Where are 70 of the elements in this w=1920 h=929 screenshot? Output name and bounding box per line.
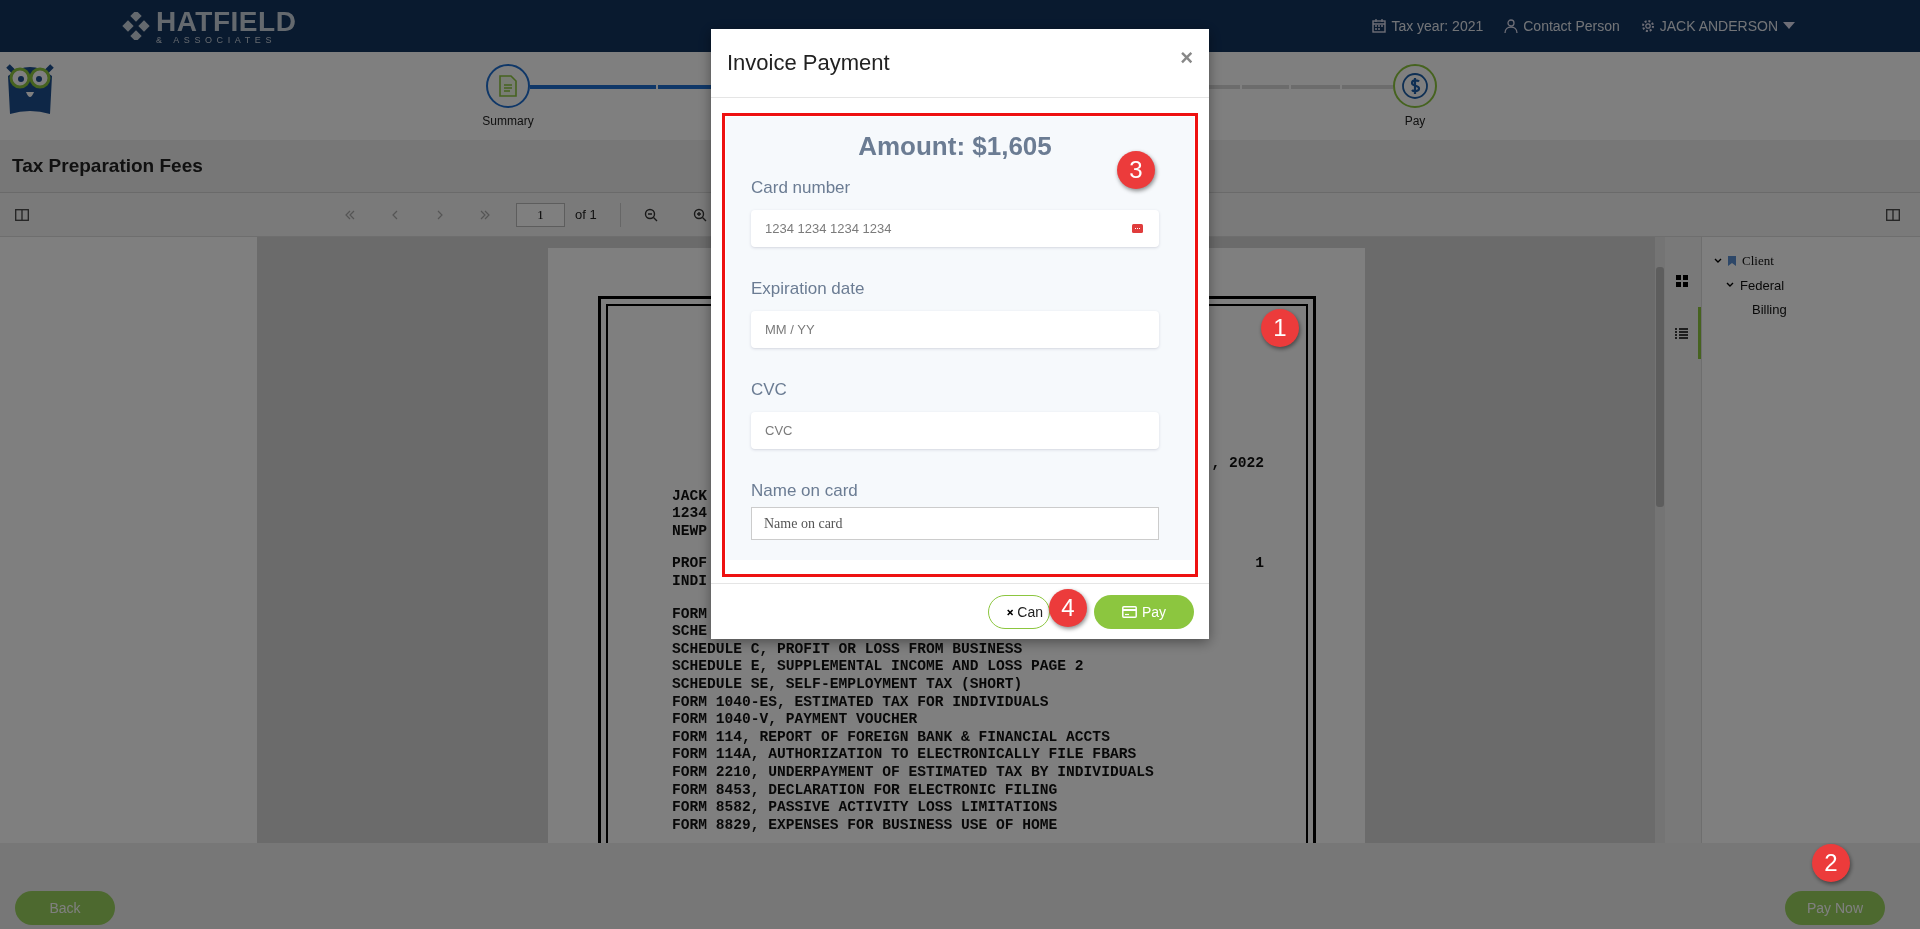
document-line: FORM 114A, AUTHORIZATION TO ELECTRONICALLY FILE FBARS <box>672 746 1137 764</box>
dialog-title: Invoice Payment <box>727 50 890 76</box>
caret-icon <box>1783 22 1795 30</box>
input-field[interactable]: MM / YY <box>751 311 1159 348</box>
brand-name: HATFIELD <box>156 7 297 36</box>
document-line: FORM 8829, EXPENSES FOR BUSINESS USE OF HOME <box>672 816 1058 835</box>
chevron-down-icon[interactable] <box>1726 282 1734 288</box>
zoom-out-icon[interactable] <box>643 207 658 222</box>
document-line: PROF <box>672 555 708 573</box>
outline-item[interactable]: Billing <box>1752 301 1787 317</box>
document-line: 1234 <box>672 505 708 523</box>
document-line: SCHE <box>672 623 708 641</box>
field-placeholder: MM / YY <box>765 322 815 337</box>
field-label: CVC <box>751 380 787 400</box>
document-line: SCHEDULE SE, SELF-EMPLOYMENT TAX (SHORT) <box>672 675 1023 694</box>
credit-card-icon <box>1121 606 1137 618</box>
document-line: SCHEDULE C, PROFIT OR LOSS FROM BUSINESS <box>672 640 1023 659</box>
settings-icon <box>1640 19 1655 33</box>
step-button[interactable] <box>1393 64 1437 108</box>
document-line: , 2022 <box>1211 455 1264 473</box>
zoom-in-icon[interactable] <box>692 207 707 222</box>
step-label: Pay <box>1404 114 1426 128</box>
sidebar-toggle-icon[interactable] <box>15 208 29 221</box>
document-line: FORM 8453, DECLARATION FOR ELECTRONIC FILING <box>672 781 1058 800</box>
document-line: FORM 2210, UNDERPAYMENT OF ESTIMATED TAX BY INDIVIDUALS <box>672 763 1154 782</box>
user-menu[interactable]: JACK ANDERSON <box>1659 18 1778 34</box>
document-line: SCHEDULE E, SUPPLEMENTAL INCOME AND LOSS PAGE 2 <box>672 658 1084 676</box>
list-icon <box>1675 327 1688 339</box>
person-icon <box>1504 19 1519 33</box>
bookmark-icon <box>1728 256 1736 266</box>
field-label: Expiration date <box>751 279 865 299</box>
step-label: Summary <box>482 114 534 128</box>
cancel-button[interactable]: Can <box>988 595 1050 629</box>
document-icon <box>499 75 517 97</box>
page-count: of 1 <box>575 207 597 222</box>
close-button[interactable]: × <box>1180 45 1193 71</box>
card-number-field[interactable]: 1234 1234 1234 1234 <box>751 210 1159 247</box>
page-title: Tax Preparation Fees <box>12 155 203 177</box>
input-field[interactable]: Name on card <box>751 507 1159 540</box>
grid-icon <box>1675 275 1688 287</box>
card-icon <box>1132 224 1143 233</box>
field-label: Name on card <box>751 481 858 501</box>
document-line: FORM 8582, PASSIVE ACTIVITY LOSS LIMITATIONS <box>672 799 1058 817</box>
document-line: JACK <box>672 487 708 506</box>
field-label: Card number <box>751 178 851 198</box>
brand-subtitle: & ASSOCIATES <box>156 35 278 45</box>
document-line: 1 <box>1255 555 1264 573</box>
tax-year-label: Tax year: 2021 <box>1391 18 1484 34</box>
document-line: FORM 1040-V, PAYMENT VOUCHER <box>672 711 918 729</box>
document-line: FORM 1040-ES, ESTIMATED TAX FOR INDIVIDUALS <box>672 693 1049 712</box>
document-line: FORM <box>672 605 708 624</box>
field-placeholder: 1234 1234 1234 1234 <box>765 221 892 236</box>
outline-item[interactable]: Federal <box>1740 277 1785 293</box>
document-line: FORM 114, REPORT OF FOREIGN BANK & FINANCIAL ACCTS <box>672 728 1110 747</box>
field-placeholder: CVC <box>765 423 793 438</box>
outline-item[interactable]: Client <box>1742 253 1774 269</box>
close-icon <box>1007 607 1014 617</box>
calendar-icon <box>1372 19 1387 33</box>
input-field[interactable]: CVC <box>751 412 1159 449</box>
step-button[interactable] <box>486 64 530 108</box>
document-line: NEWP <box>672 522 708 541</box>
amount-heading: Amount: $1,605 <box>857 131 1053 162</box>
dollar-icon <box>1402 73 1428 99</box>
page-number-field[interactable]: 1 <box>516 202 565 227</box>
document-line: INDI <box>672 572 708 591</box>
scrollbar-thumb[interactable] <box>1656 267 1664 507</box>
brand-logo-icon <box>120 12 152 40</box>
sidebar-toggle-icon[interactable] <box>1886 208 1900 221</box>
chevron-down-icon[interactable] <box>1714 258 1722 264</box>
contact-person-link[interactable]: Contact Person <box>1523 18 1620 34</box>
